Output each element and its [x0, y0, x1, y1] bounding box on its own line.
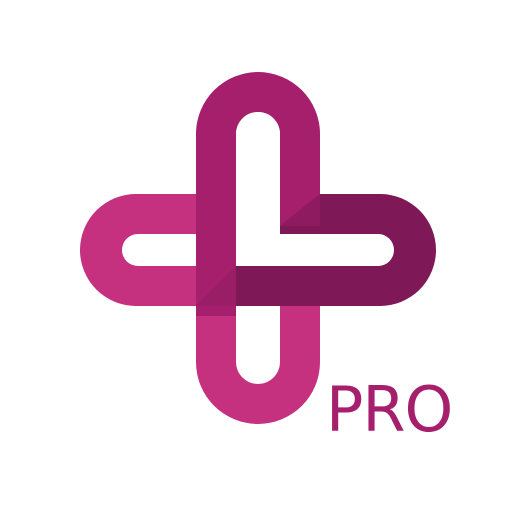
app-icon-canvas: PRO: [0, 0, 512, 512]
cross-lower-bar: [196, 300, 320, 424]
pro-badge-label: PRO: [326, 373, 453, 446]
cross-upper-bar-shade: [236, 112, 280, 262]
